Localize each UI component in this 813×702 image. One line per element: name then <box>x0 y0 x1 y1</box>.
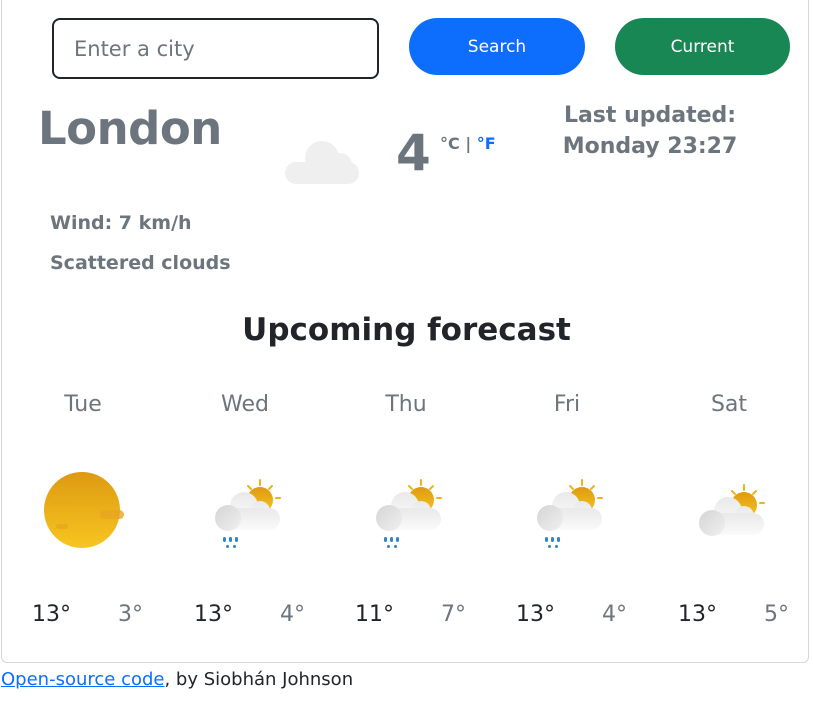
forecast-day-name: Wed <box>221 392 269 417</box>
author-credit: , by Siobhán Johnson <box>164 669 354 690</box>
weather-description: Scattered clouds <box>50 252 231 274</box>
sun-cloud-rain-icon <box>537 479 603 548</box>
city-search-input[interactable] <box>52 18 379 79</box>
forecast-day: Wed 13° 4° <box>164 390 326 640</box>
last-updated-value: Monday 23:27 <box>562 134 738 159</box>
forecast-title: Upcoming forecast <box>242 312 571 348</box>
forecast-min-temp: 7° <box>441 602 466 627</box>
forecast-min-temp: 5° <box>764 602 789 627</box>
sun-cloud-rain-icon <box>376 479 442 548</box>
forecast-max-temp: 11° <box>355 602 394 627</box>
forecast-min-temp: 3° <box>118 602 143 627</box>
forecast-day-name: Tue <box>64 392 102 417</box>
sun-cloud-icon <box>699 484 765 536</box>
forecast-day-name: Sat <box>710 392 748 417</box>
sun-icon <box>44 472 124 548</box>
forecast-day: Thu 11° 7° <box>325 390 487 640</box>
wind-speed: Wind: 7 km/h <box>50 212 192 234</box>
city-name: London <box>38 102 222 155</box>
unit-separator: | <box>465 134 472 153</box>
forecast-max-temp: 13° <box>516 602 555 627</box>
forecast-day: Sat 13° 5° <box>648 390 810 640</box>
current-temperature: 4 <box>396 124 431 182</box>
last-updated-label: Last updated: <box>563 103 737 128</box>
forecast-min-temp: 4° <box>280 602 305 627</box>
forecast-max-temp: 13° <box>194 602 233 627</box>
footer: Open-source code, by Siobhán Johnson <box>1 669 353 690</box>
source-code-link[interactable]: Open-source code <box>1 669 164 690</box>
forecast-day: Fri 13° 4° <box>486 390 648 640</box>
forecast-max-temp: 13° <box>32 602 71 627</box>
search-button[interactable]: Search <box>409 18 585 75</box>
forecast-max-temp: 13° <box>678 602 717 627</box>
forecast-min-temp: 4° <box>602 602 627 627</box>
current-location-button[interactable]: Current <box>615 18 790 75</box>
forecast-day: Tue 13° 3° <box>2 390 164 640</box>
fahrenheit-link[interactable]: °F <box>477 134 496 153</box>
last-updated: Last updated: Monday 23:27 <box>540 100 760 162</box>
celsius-unit[interactable]: °C <box>440 134 460 153</box>
cloud-icon <box>285 141 359 184</box>
unit-toggle: °C | °F <box>440 134 496 153</box>
forecast-day-name: Fri <box>553 392 581 417</box>
sun-cloud-rain-icon <box>215 479 281 548</box>
forecast-day-name: Thu <box>385 392 427 417</box>
